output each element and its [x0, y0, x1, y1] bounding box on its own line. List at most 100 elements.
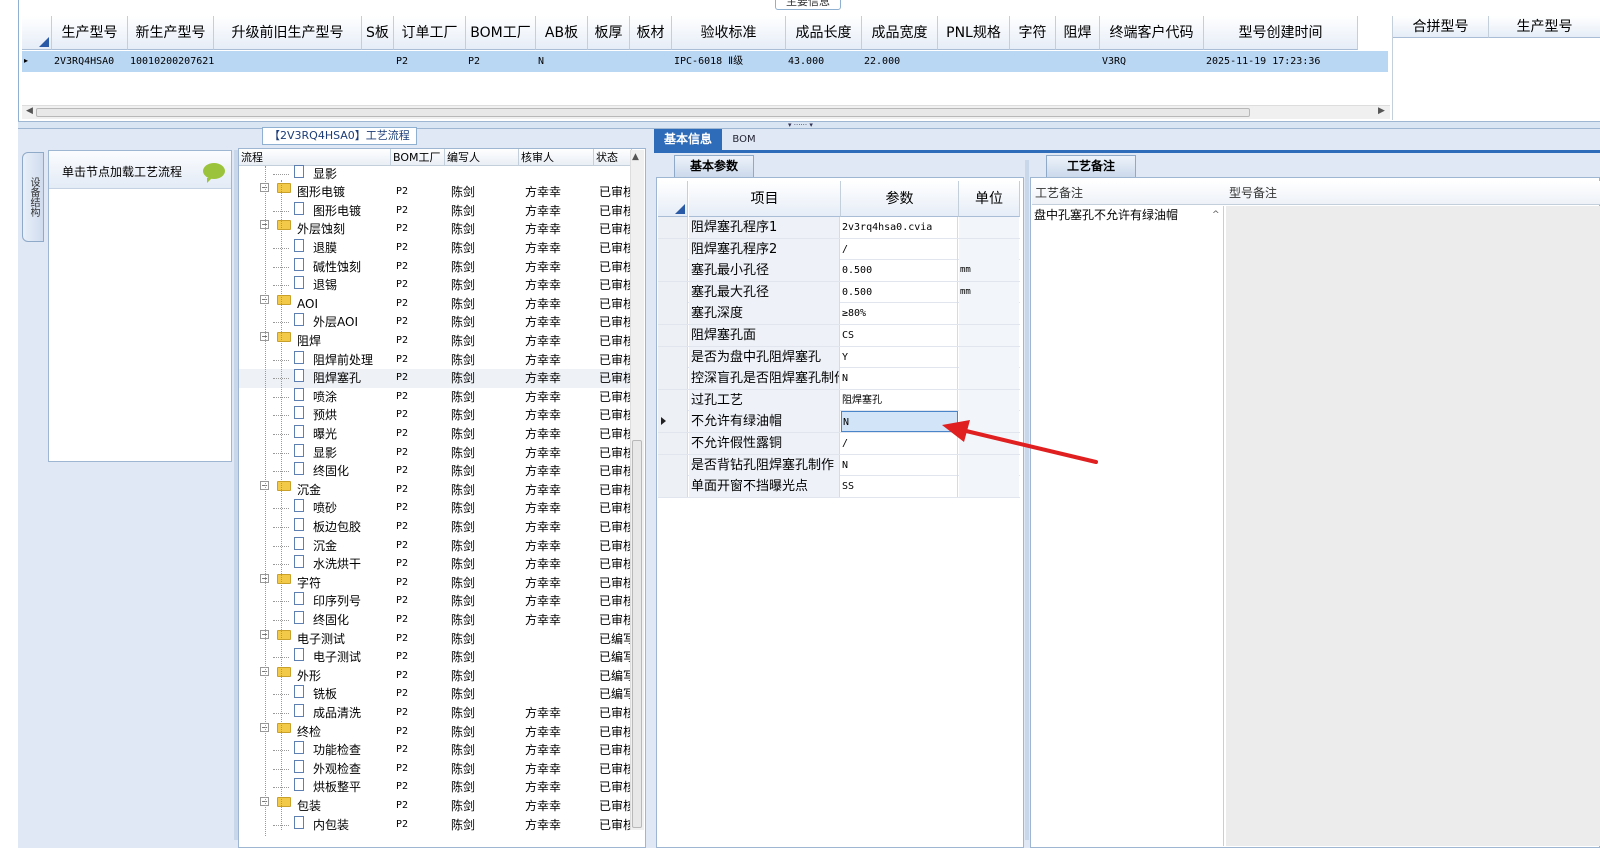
flow-tree-row[interactable]: 铣板 P2 陈剑 已编写	[239, 685, 631, 704]
param-row[interactable]: 塞孔深度 ≥80%	[658, 303, 1020, 325]
process-notes-textarea[interactable]	[1032, 206, 1224, 846]
model-notes-textarea[interactable]	[1226, 206, 1600, 846]
flow-tree-row[interactable]: 阻焊塞孔 P2 陈剑 方幸幸 已审核	[239, 369, 631, 388]
param-row[interactable]: 塞孔最小孔径 0.500 mm	[658, 260, 1020, 282]
column-header[interactable]: 验收标准	[672, 16, 786, 50]
grid-corner[interactable]	[22, 16, 52, 50]
flow-tree-row[interactable]: 曝光 P2 陈剑 方幸幸 已审核	[239, 425, 631, 444]
row-cell[interactable]	[940, 51, 1010, 72]
flow-tree-row[interactable]: − 包装 P2 陈剑 方幸幸 已审核	[239, 797, 631, 816]
column-header[interactable]: 板厚	[588, 16, 630, 50]
param-row[interactable]: 单面开窗不挡曝光点 SS	[658, 476, 1020, 498]
flow-tree-row[interactable]: 喷砂 P2 陈剑 方幸幸 已审核	[239, 499, 631, 518]
flow-column-header[interactable]: 编写人	[445, 149, 519, 166]
param-row[interactable]: 阻焊塞孔程序1 2v3rq4hsa0.cvia	[658, 217, 1020, 239]
flow-tree-row[interactable]: 成品清洗 P2 陈剑 方幸幸 已审核	[239, 704, 631, 723]
param-row[interactable]: 阻焊塞孔程序2/	[658, 238, 1020, 261]
merge-model-header[interactable]: 合拼型号	[1393, 16, 1489, 38]
row-cell[interactable]: 10010200207621	[130, 51, 214, 72]
param-value-cell[interactable]: 0.500	[841, 281, 958, 303]
flow-tree-row[interactable]: 终固化 P2 陈剑 方幸幸 已审核	[239, 462, 631, 481]
column-header[interactable]: 成品宽度	[862, 16, 938, 50]
flow-tree-row[interactable]: 碱性蚀刻 P2 陈剑 方幸幸 已审核	[239, 257, 631, 277]
row-indicator[interactable]	[658, 368, 688, 390]
flow-vertical-scroll-thumb[interactable]	[632, 440, 642, 828]
param-value-cell[interactable]: Y	[841, 346, 958, 368]
flow-tree-row[interactable]: 功能检查 P2 陈剑 方幸幸 已审核	[239, 741, 631, 760]
flow-tree-row[interactable]: − 字符 P2 陈剑 方幸幸 已审核	[239, 573, 631, 593]
column-header[interactable]: 新生产型号	[128, 16, 214, 50]
scroll-left-icon[interactable]: ◀	[26, 106, 33, 116]
flow-tree-row[interactable]: 喷涂 P2 陈剑 方幸幸 已审核	[239, 387, 631, 407]
row-cell[interactable]	[590, 51, 630, 72]
column-header[interactable]: PNL规格	[938, 16, 1010, 50]
flow-tree-row[interactable]: − 终检 P2 陈剑 方幸幸 已审核	[239, 722, 631, 742]
speech-bubble-icon[interactable]	[203, 163, 225, 183]
row-indicator[interactable]	[658, 411, 688, 433]
flow-tree-row[interactable]: 外观检查 P2 陈剑 方幸幸 已审核	[239, 759, 631, 779]
param-value-cell[interactable]: 2v3rq4hsa0.cvia	[841, 217, 958, 238]
device-structure-tab[interactable]: 设备结构	[22, 152, 44, 242]
row-indicator[interactable]	[658, 303, 688, 325]
flow-tree-row[interactable]: − 图形电镀 P2 陈剑 方幸幸 已审核	[239, 183, 631, 202]
flow-tree-row[interactable]: 终固化 P2 陈剑 方幸幸 已审核	[239, 611, 631, 630]
params-value-header[interactable]: 参数	[841, 181, 959, 217]
splitter-grip-icon[interactable]: ▾ ······ ▾	[788, 121, 813, 129]
params-item-header[interactable]: 项目	[689, 181, 841, 217]
column-header[interactable]: 升级前旧生产型号	[214, 16, 362, 50]
flow-tree-row[interactable]: 电子测试 P2 陈剑 已编写	[239, 648, 631, 667]
row-indicator[interactable]	[658, 433, 688, 454]
row-cell[interactable]	[364, 51, 394, 72]
row-cell[interactable]	[1012, 51, 1056, 72]
param-value-cell[interactable]: 阻焊塞孔	[841, 389, 958, 411]
flow-tree-row[interactable]: 预烘 P2 陈剑 方幸幸 已审核	[239, 406, 631, 425]
flow-tree-row[interactable]: 印序列号 P2 陈剑 方幸幸 已审核	[239, 592, 631, 611]
tab-bom[interactable]: BOM	[724, 129, 764, 150]
row-cell[interactable]: V3RQ	[1102, 51, 1204, 72]
param-row[interactable]: 是否为盘中孔阻焊塞孔 Y	[658, 346, 1020, 369]
row-indicator[interactable]	[658, 476, 688, 498]
row-indicator[interactable]	[658, 238, 688, 260]
flow-tree-row[interactable]: − 沉金 P2 陈剑 方幸幸 已审核	[239, 480, 631, 500]
row-indicator[interactable]	[658, 260, 688, 282]
flow-tree-row[interactable]: 板边包胶 P2 陈剑 方幸幸 已审核	[239, 518, 631, 537]
row-cell[interactable]	[216, 51, 362, 72]
horizontal-scroll-thumb[interactable]	[36, 108, 1250, 117]
flow-tree-row[interactable]: 显影	[239, 164, 631, 184]
row-indicator[interactable]	[658, 389, 688, 411]
flow-tree-row[interactable]: 阻焊前处理 P2 陈剑 方幸幸 已审核	[239, 350, 631, 370]
flow-tree-row[interactable]: − 外形 P2 陈剑 已编写	[239, 666, 631, 686]
basic-params-tab[interactable]: 基本参数	[674, 155, 754, 177]
flow-tree-row[interactable]: − 阻焊 P2 陈剑 方幸幸 已审核	[239, 332, 631, 351]
row-indicator[interactable]	[658, 454, 688, 476]
column-header[interactable]: 终端客户代码	[1100, 16, 1204, 50]
tab-basic-info[interactable]: 基本信息	[654, 129, 722, 150]
column-header[interactable]: 生产型号	[52, 16, 128, 50]
param-value-cell[interactable]: N	[841, 368, 958, 390]
flow-tree-row[interactable]: 退膜 P2 陈剑 方幸幸 已审核	[239, 239, 631, 258]
flow-tree-row[interactable]: 退锡 P2 陈剑 方幸幸 已审核	[239, 276, 631, 295]
row-cell[interactable]: P2	[468, 51, 536, 72]
note-scroll-up-icon[interactable]: ^	[1212, 210, 1220, 220]
flow-tree-row[interactable]: 内包装 P2 陈剑 方幸幸 已审核	[239, 815, 631, 835]
param-row[interactable]: 控深盲孔是否阻焊塞孔制作 N	[658, 368, 1020, 390]
column-header[interactable]: 字符	[1010, 16, 1056, 50]
flow-tree-row[interactable]: 沉金 P2 陈剑 方幸幸 已审核	[239, 536, 631, 556]
flow-tree-row[interactable]: − 电子测试 P2 陈剑 已编写	[239, 629, 631, 649]
column-header[interactable]: 板材	[630, 16, 672, 50]
process-notes-tab[interactable]: 工艺备注	[1046, 155, 1136, 177]
param-row[interactable]: 阻焊塞孔面 CS	[658, 325, 1020, 347]
param-value-cell[interactable]: SS	[841, 476, 958, 498]
column-header[interactable]: 成品长度	[786, 16, 862, 50]
flow-tree-row[interactable]: 图形电镀 P2 陈剑 方幸幸 已审核	[239, 201, 631, 221]
flow-column-header[interactable]: 流程	[239, 149, 391, 166]
flow-column-header[interactable]: 核审人	[519, 149, 594, 166]
middle-splitter[interactable]	[1025, 160, 1029, 840]
row-indicator[interactable]	[658, 217, 688, 238]
row-indicator[interactable]	[658, 325, 688, 346]
column-header[interactable]: S板	[362, 16, 394, 50]
flow-tree-row[interactable]: 显影 P2 陈剑 方幸幸 已审核	[239, 443, 631, 463]
row-cell[interactable]: N	[538, 51, 588, 72]
scroll-right-icon[interactable]: ▶	[1378, 106, 1385, 116]
flow-column-header[interactable]: 状态	[594, 149, 632, 166]
